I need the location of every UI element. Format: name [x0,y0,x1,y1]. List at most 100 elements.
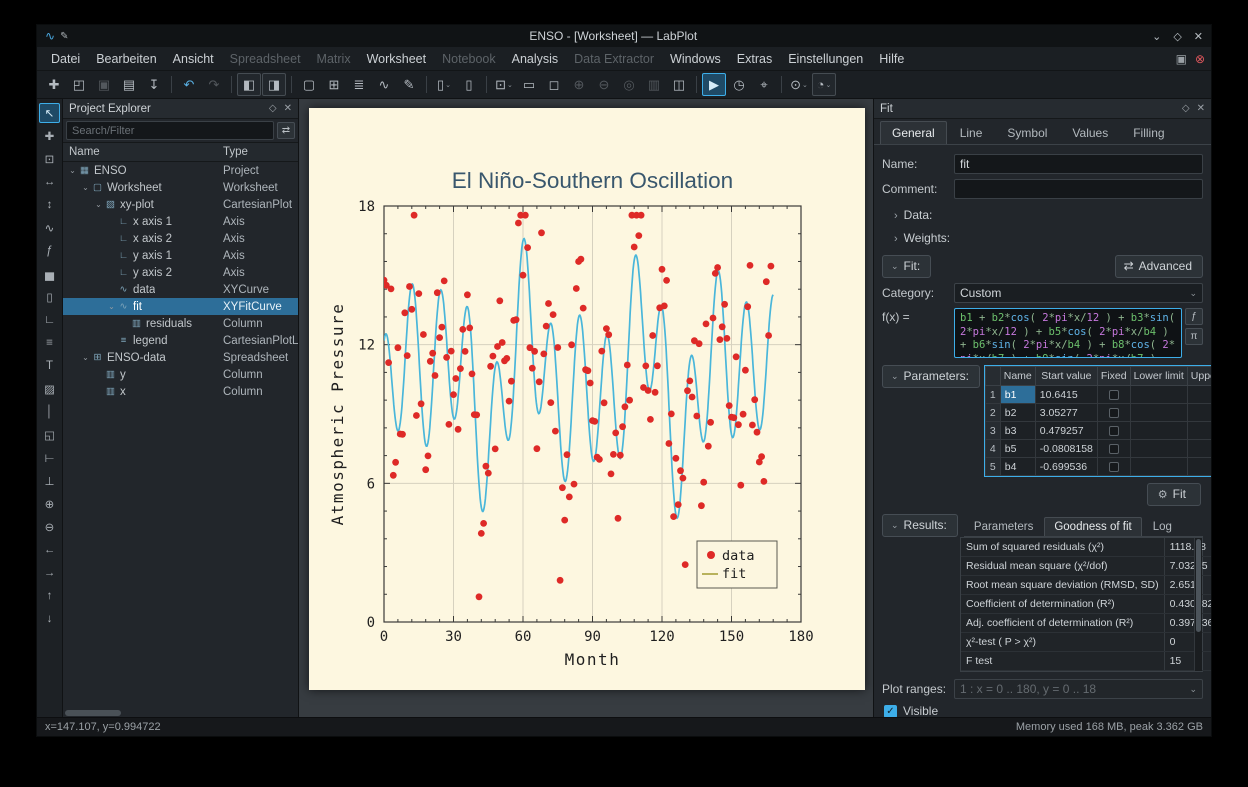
parameter-row[interactable]: 2b23.05277 [985,404,1211,422]
expand-arrow-icon[interactable]: ⌄ [67,166,78,175]
parameter-row[interactable]: 4b5-0.0808158 [985,440,1211,458]
results-scrollbar[interactable] [1194,538,1202,671]
comment-input[interactable] [954,179,1203,199]
tab-general[interactable]: General [880,121,947,144]
tree-header-type[interactable]: Type [223,146,298,158]
zoom-mode-dropdown[interactable]: ⊡⌄ [492,73,516,96]
tree-item-x-axis-2[interactable]: ∟x axis 2Axis [63,230,298,247]
child-restore-button[interactable]: ▣ [1176,52,1187,66]
worksheet-page[interactable]: El Niño-Southern Oscillation030609012015… [309,108,865,690]
menu-hilfe[interactable]: Hilfe [871,49,912,69]
draw-button[interactable]: ✎ [397,73,421,96]
close-dock-icon[interactable]: ✕ [1197,103,1205,114]
add-histogram-button[interactable]: ▅ [39,264,60,284]
window-shade-button[interactable]: ⌄ [1152,30,1161,43]
tree-item-enso[interactable]: ⌄▦ENSOProject [63,162,298,179]
tab-filling[interactable]: Filling [1121,121,1176,144]
tab-log[interactable]: Log [1143,517,1182,536]
new-spreadsheet-button[interactable]: ◨ [262,73,286,96]
print-preview-button[interactable]: ↧ [142,73,166,96]
results-section-toggle[interactable]: ⌄Results: [882,514,958,537]
add-reference-line-button[interactable]: │ [39,402,60,422]
tree-item-y[interactable]: ▥yColumn [63,366,298,383]
shift-down-button[interactable]: ↓ [39,609,60,629]
zoom-in-tool-button[interactable]: ⊕ [39,494,60,514]
crosshair-mode-button[interactable]: ⌖ [752,73,776,96]
window-maximize-button[interactable]: ◇ [1173,30,1181,43]
search-filter-input[interactable] [66,121,274,140]
expand-arrow-icon[interactable]: ⌄ [93,200,104,209]
open-project-button[interactable]: ◰ [67,73,91,96]
zoom-x-tool-button[interactable]: ↔ [39,172,60,192]
vertical-layout-button[interactable]: ◫ [667,73,691,96]
plot-legend[interactable]: datafit [697,541,777,588]
explorer-hscrollbar[interactable] [63,709,298,717]
filter-options-button[interactable]: ⇄ [277,122,295,139]
undo-button[interactable]: ↶ [177,73,201,96]
tree-item-y-axis-2[interactable]: ∟y axis 2Axis [63,264,298,281]
tree-item-worksheet[interactable]: ⌄▢WorksheetWorksheet [63,179,298,196]
add-legend-button[interactable]: ≡ [39,333,60,353]
tree-item-x[interactable]: ▥xColumn [63,383,298,400]
add-text-button[interactable]: T [39,356,60,376]
tree-item-xy-plot[interactable]: ⌄▧xy-plotCartesianPlot [63,196,298,213]
fixed-checkbox[interactable] [1109,444,1119,454]
add-formula-curve-button[interactable]: ƒ [39,241,60,261]
child-close-button[interactable]: ⊗ [1195,52,1205,66]
expand-arrow-icon[interactable]: ⌄ [80,183,91,192]
tree-header-name[interactable]: Name [63,146,223,158]
auto-scale-button[interactable]: ◱ [39,425,60,445]
zoom-out-tool-button[interactable]: ⊖ [39,517,60,537]
zoom-select-tool-button[interactable]: ⊡ [39,149,60,169]
new-matrix-button[interactable]: ⊞ [322,73,346,96]
tree-item-fit[interactable]: ⌄∿fitXYFitCurve [63,298,298,315]
fixed-checkbox[interactable] [1109,408,1119,418]
print-button[interactable]: ▤ [117,73,141,96]
timed-mode-button[interactable]: ◷ [727,73,751,96]
visible-checkbox[interactable]: ✓ [884,705,897,718]
menu-einstellungen[interactable]: Einstellungen [780,49,871,69]
run-fit-button[interactable]: ⚙Fit [1147,483,1201,506]
shift-left-button[interactable]: ← [39,540,60,560]
advanced-button[interactable]: ⇄Advanced [1115,255,1203,278]
shift-right-button[interactable]: → [39,563,60,583]
insert-function-button[interactable]: ƒ [1185,308,1203,325]
new-data-source-dropdown[interactable]: ▯⌄ [432,73,456,96]
pin-icon[interactable]: ✎ [60,31,68,42]
tab-values[interactable]: Values [1060,121,1120,144]
worksheet-view[interactable]: El Niño-Southern Oscillation030609012015… [299,99,873,717]
name-input[interactable] [954,154,1203,174]
fit-selection-button[interactable]: ▭ [517,73,541,96]
tab-symbol[interactable]: Symbol [995,121,1059,144]
parameters-section-toggle[interactable]: ⌄Parameters: [882,365,980,388]
window-close-button[interactable]: ✕ [1194,30,1203,43]
menu-extras[interactable]: Extras [729,49,780,69]
tree-item-enso-data[interactable]: ⌄⊞ENSO-dataSpreadsheet [63,349,298,366]
menu-datei[interactable]: Datei [43,49,88,69]
float-dock-icon[interactable]: ◇ [1182,103,1190,114]
float-dock-icon[interactable]: ◇ [269,103,277,114]
add-curve-button[interactable]: ∿ [39,218,60,238]
zoom-y-tool-button[interactable]: ↕ [39,195,60,215]
tab-goodness-of-fit[interactable]: Goodness of fit [1044,517,1141,536]
new-worksheet-button[interactable]: ▢ [297,73,321,96]
tree-item-residuals[interactable]: ▥residualsColumn [63,315,298,332]
tree-item-x-axis-1[interactable]: ∟x axis 1Axis [63,213,298,230]
expand-arrow-icon[interactable]: ⌄ [106,302,117,311]
new-plot-button[interactable]: ∿ [372,73,396,96]
zoom-level-dropdown[interactable]: ◔⌄ [812,73,836,96]
parameter-row[interactable]: 1b110.6415 [985,386,1211,404]
new-workbook-button[interactable]: ◧ [237,73,261,96]
fixed-checkbox[interactable] [1109,390,1119,400]
auto-scale-x-button[interactable]: ⊢ [39,448,60,468]
new-project-button[interactable]: ✚ [42,73,66,96]
expand-arrow-icon[interactable]: ⌄ [80,353,91,362]
menu-ansicht[interactable]: Ansicht [165,49,222,69]
formula-editor[interactable]: b1 + b2*cos( 2*pi*x/12 ) + b3*sin( 2*pi*… [954,308,1182,358]
parameter-row[interactable]: 5b4-0.699536 [985,458,1211,476]
close-dock-icon[interactable]: ✕ [284,103,292,114]
hscroll-thumb[interactable] [65,710,121,716]
cursor-tool-button[interactable]: ↖ [39,103,60,123]
tab-line[interactable]: Line [948,121,995,144]
fixed-checkbox[interactable] [1109,426,1119,436]
